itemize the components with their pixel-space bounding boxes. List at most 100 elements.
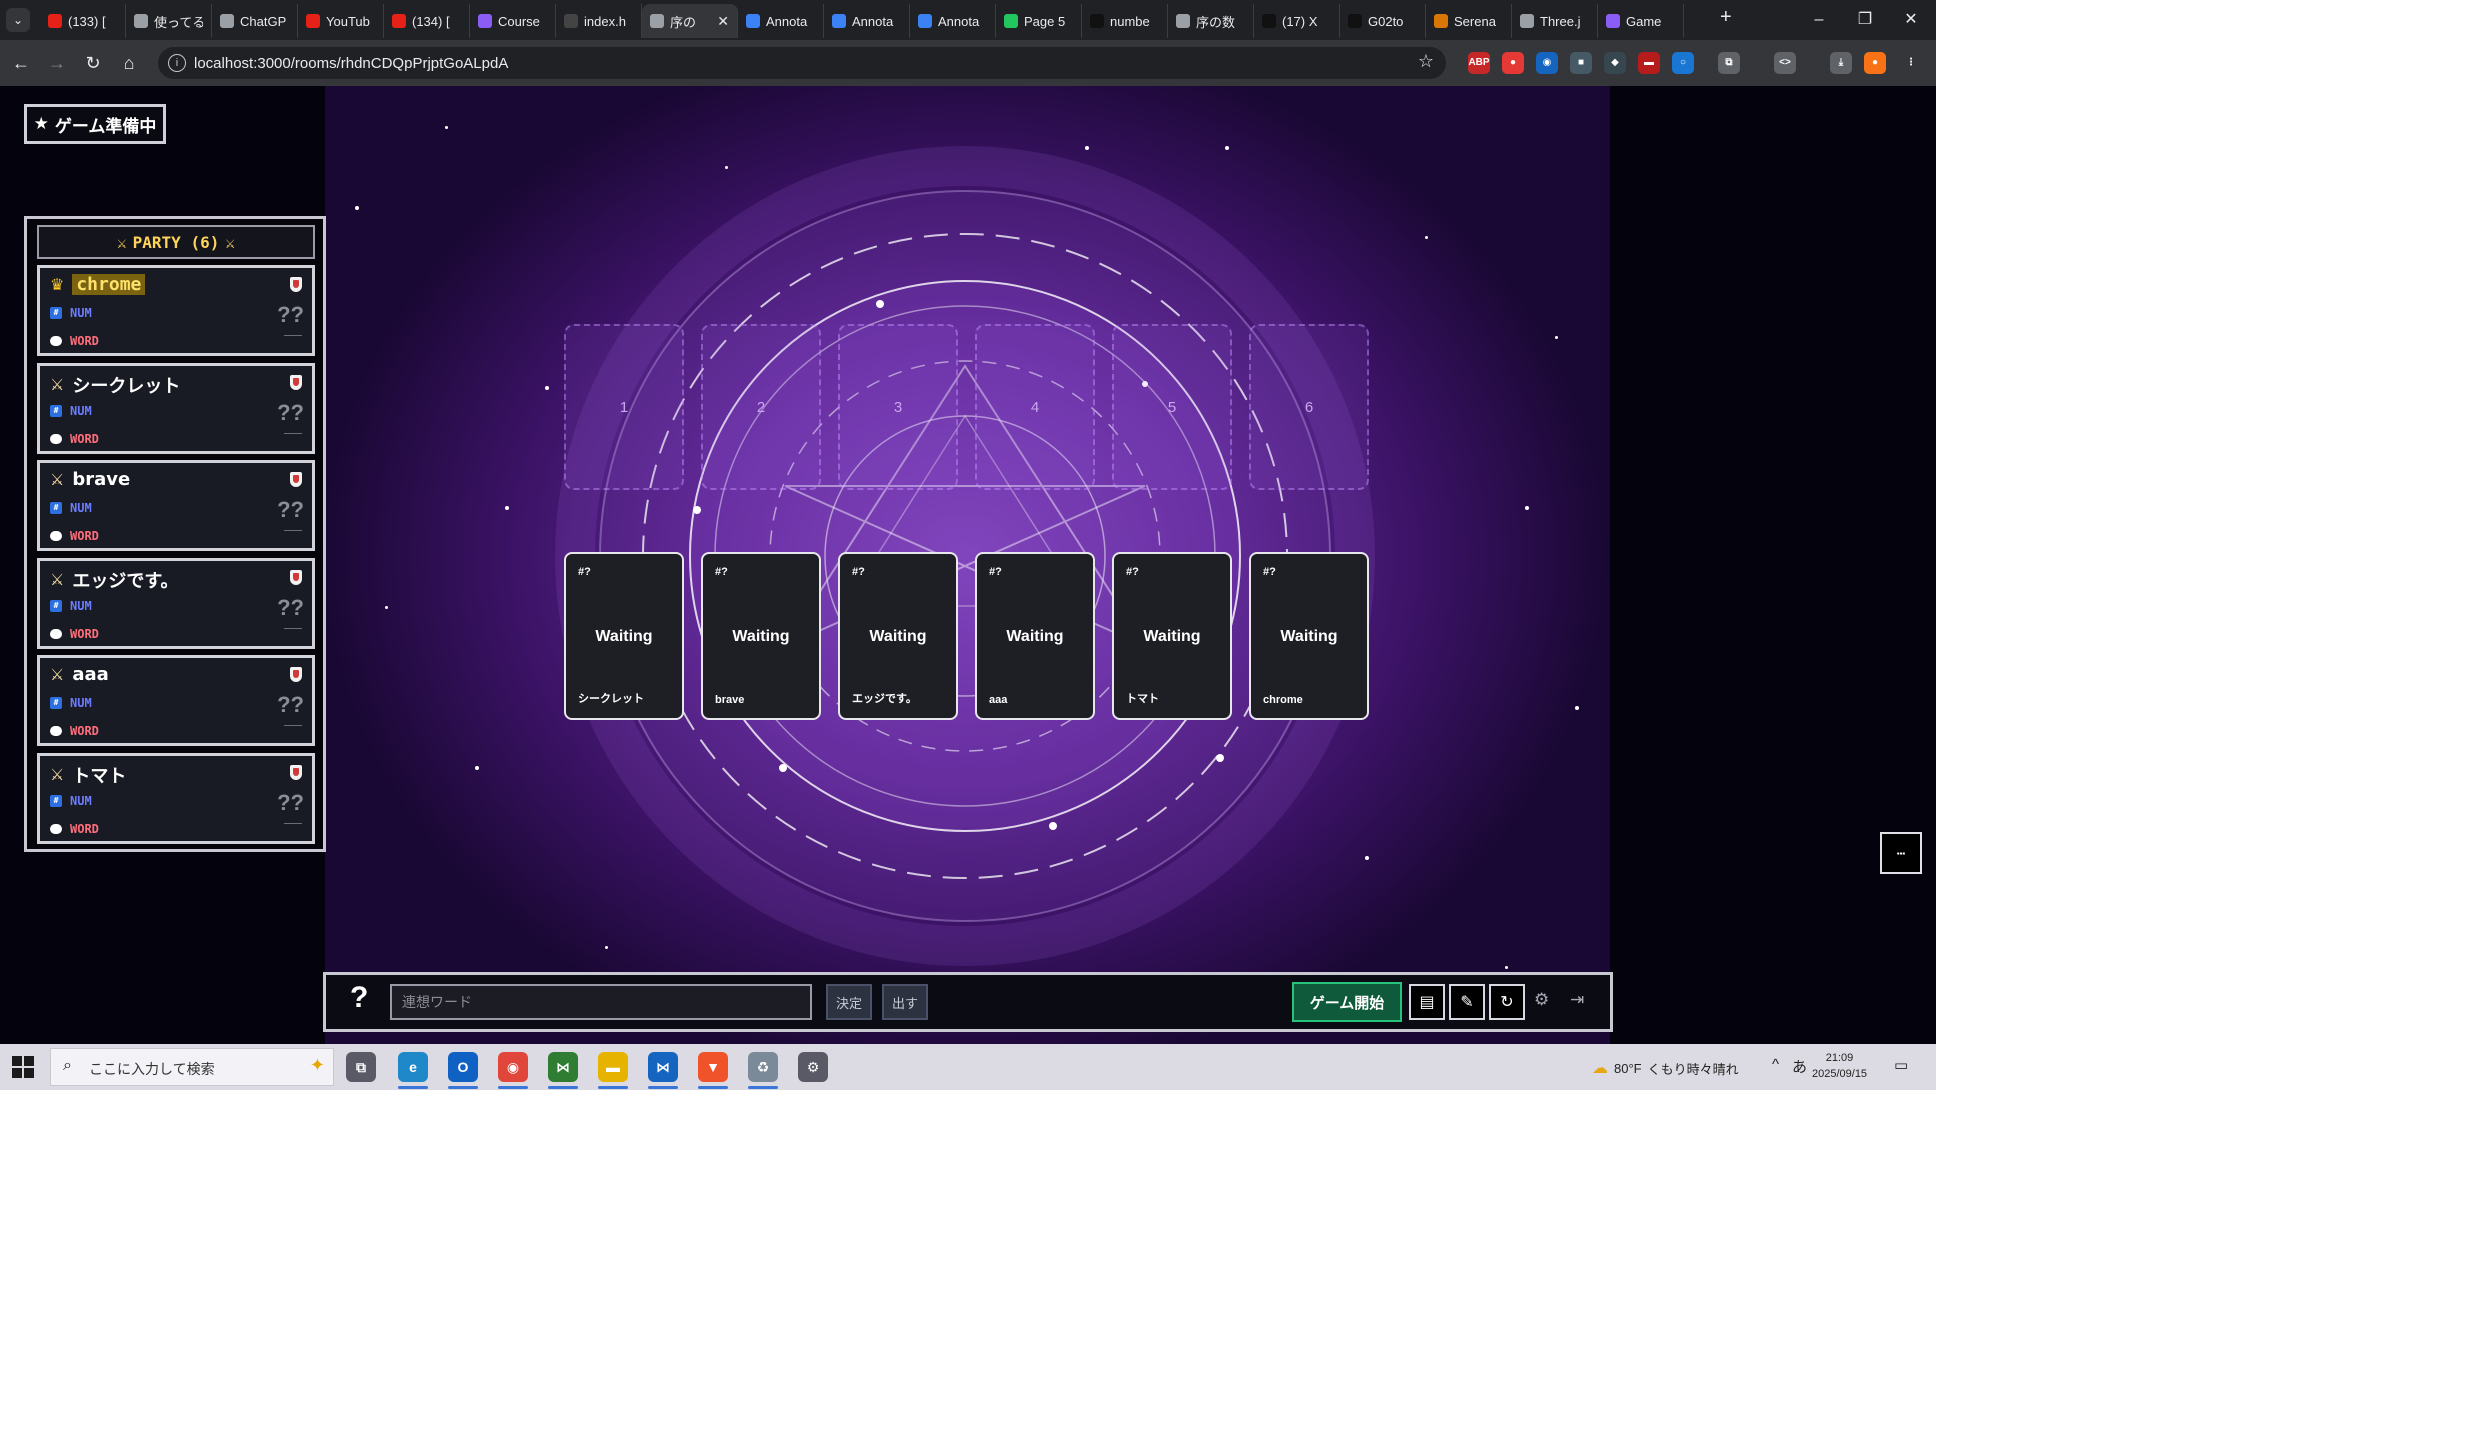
browser-tab[interactable]: Annota [738,4,824,38]
card-number: #? [715,566,728,578]
forward-icon[interactable]: → [44,50,70,76]
taskbar-chrome-icon[interactable]: ◉ [498,1052,528,1082]
extension-icon[interactable]: ⋮ [1900,52,1922,74]
decide-button[interactable]: 決定 [826,984,872,1020]
association-word-input[interactable] [390,984,812,1020]
browser-tab[interactable]: 序の ✕ [642,4,738,38]
taskbar-recycle-icon[interactable]: ♻ [748,1052,778,1082]
browser-tab[interactable]: numbe [1082,4,1168,38]
game-card[interactable]: #? Waiting brave [701,552,821,720]
player-card[interactable]: ⚔ brave # NUM?? WORD [37,460,315,552]
extension-icon[interactable]: ◉ [1536,52,1558,74]
notification-icon[interactable]: ▭ [1894,1056,1908,1074]
card-number: #? [989,566,1002,578]
help-icon[interactable]: ? [350,981,368,1015]
extension-icon[interactable]: <> [1774,52,1796,74]
running-indicator [398,1086,428,1089]
extension-icon[interactable]: ⤓ [1830,52,1852,74]
answer-slot[interactable]: 5 [1112,324,1232,490]
refresh-icon[interactable]: ↻ [1489,984,1525,1020]
browser-tab[interactable]: index.h [556,4,642,38]
game-card[interactable]: #? Waiting chrome [1249,552,1369,720]
player-name-row: ♛ chrome [50,274,146,295]
game-status-badge: ★ ゲーム準備中 [24,104,166,144]
running-indicator [748,1086,778,1089]
tab-favicon-icon [650,14,664,28]
url-text[interactable]: localhost:3000/rooms/rhdnCDQpPrjptGoALpd… [194,55,508,72]
game-card[interactable]: #? Waiting エッジです。 [838,552,958,720]
site-info-icon[interactable]: i [168,54,186,72]
card-status: Waiting [1280,628,1338,645]
browser-tab[interactable]: 序の数 [1168,4,1254,38]
taskbar-search[interactable]: ⌕ ここに入力して検索 ✦ [50,1048,334,1086]
extension-icon[interactable]: ● [1502,52,1524,74]
browser-tab[interactable]: ChatGP [212,4,298,38]
weather-widget[interactable]: ☁ 80°F くもり時々晴れ [1592,1058,1739,1078]
submit-card-button[interactable]: 出す [882,984,928,1020]
taskbar-explorer-icon[interactable]: ▬ [598,1052,628,1082]
player-word-row: WORD [50,529,99,543]
browser-tab[interactable]: (17) X [1254,4,1340,38]
windows-start-icon[interactable] [12,1056,34,1078]
settings-icon[interactable]: ⚙ [1534,990,1549,1010]
tab-close-icon[interactable]: ✕ [717,13,729,30]
omnibox[interactable]: i localhost:3000/rooms/rhdnCDQpPrjptGoAL… [158,47,1446,79]
tab-search-button[interactable]: ⌄ [6,8,30,32]
taskbar-vs-blue-icon[interactable]: ⋈ [548,1052,578,1082]
close-window-button[interactable]: ✕ [1888,4,1934,36]
taskbar-vscode-icon[interactable]: ⋈ [648,1052,678,1082]
taskbar-brave-icon[interactable]: ▼ [698,1052,728,1082]
browser-tab[interactable]: Game [1598,4,1684,38]
taskbar-settings-icon[interactable]: ⚙ [798,1052,828,1082]
exit-icon[interactable]: ⇥ [1570,990,1584,1010]
game-card[interactable]: #? Waiting トマト [1112,552,1232,720]
extension-icon[interactable]: ⧉ [1718,52,1740,74]
reload-icon[interactable]: ↻ [80,50,106,76]
player-card[interactable]: ♛ chrome # NUM?? WORD [37,265,315,356]
bookmark-star-icon[interactable]: ☆ [1418,51,1434,72]
answer-slot[interactable]: 1 [564,324,684,490]
answer-slot[interactable]: 2 [701,324,821,490]
chat-toggle-button[interactable]: ▪▪▪ [1880,832,1922,874]
browser-tab[interactable]: (133) [ [40,4,126,38]
extension-icon[interactable]: ◆ [1604,52,1626,74]
extension-icon[interactable]: ▬ [1638,52,1660,74]
tray-chevron-icon[interactable]: ^ [1772,1056,1779,1073]
minimize-button[interactable]: – [1796,4,1842,36]
taskbar-edge-icon[interactable]: e [398,1052,428,1082]
start-game-button[interactable]: ゲーム開始 [1292,982,1402,1022]
chat-icon[interactable]: ✎ [1449,984,1485,1020]
answer-slot[interactable]: 3 [838,324,958,490]
cards-icon[interactable]: ▤ [1409,984,1445,1020]
new-tab-button[interactable]: + [1720,6,1732,29]
browser-tab[interactable]: Serena [1426,4,1512,38]
browser-tab[interactable]: Course [470,4,556,38]
restore-button[interactable]: ❐ [1842,4,1888,36]
game-card[interactable]: #? Waiting シークレット [564,552,684,720]
clock[interactable]: 21:09 2025/09/15 [1812,1050,1867,1082]
browser-tab[interactable]: Three.j [1512,4,1598,38]
extension-icon[interactable]: ● [1864,52,1886,74]
player-card[interactable]: ⚔ エッジです。 # NUM?? WORD [37,557,315,649]
player-card[interactable]: ⚔ シークレット # NUM?? WORD [37,362,315,454]
answer-slot[interactable]: 4 [975,324,1095,490]
extension-icon[interactable]: ABP [1468,52,1490,74]
player-card[interactable]: ⚔ トマト # NUM?? WORD [37,753,315,844]
browser-tab[interactable]: (134) [ [384,4,470,38]
extension-icon[interactable]: ■ [1570,52,1592,74]
game-card[interactable]: #? Waiting aaa [975,552,1095,720]
player-card[interactable]: ⚔ aaa # NUM?? WORD [37,655,315,747]
browser-tab[interactable]: Page 5 [996,4,1082,38]
home-icon[interactable]: ⌂ [116,50,142,76]
browser-tab[interactable]: G02to [1340,4,1426,38]
back-icon[interactable]: ← [8,50,34,76]
extension-icon[interactable]: ○ [1672,52,1694,74]
browser-tab[interactable]: Annota [824,4,910,38]
taskbar-outlook-icon[interactable]: O [448,1052,478,1082]
ime-indicator[interactable]: あ [1792,1056,1807,1077]
taskbar-task-view-icon[interactable]: ⧉ [346,1052,376,1082]
browser-tab[interactable]: Annota [910,4,996,38]
browser-tab[interactable]: 使ってる [126,4,212,38]
browser-tab[interactable]: YouTub [298,4,384,38]
answer-slot[interactable]: 6 [1249,324,1369,490]
